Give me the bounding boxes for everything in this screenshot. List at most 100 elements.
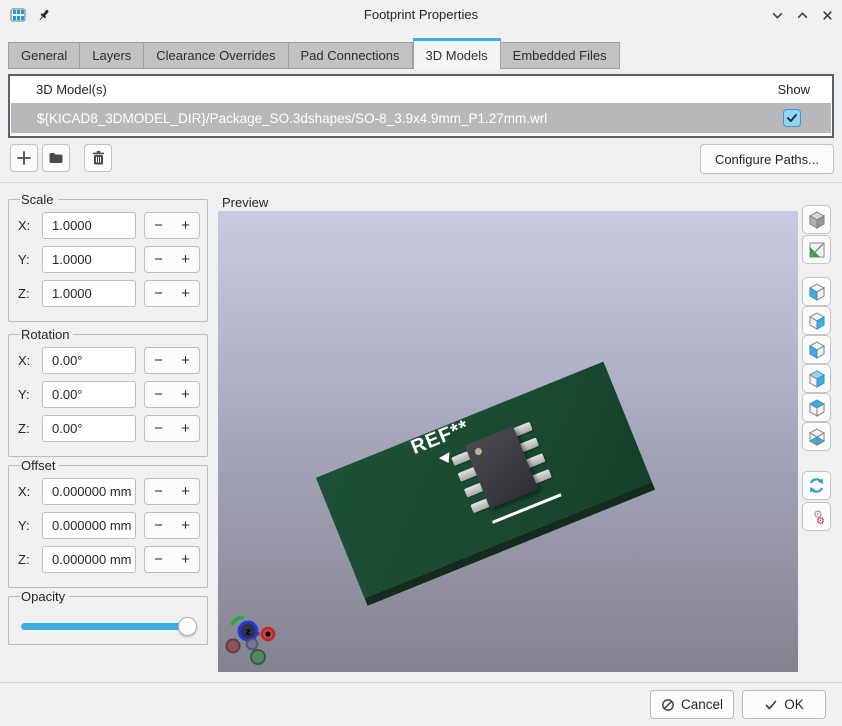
view-left-button[interactable]	[802, 277, 831, 306]
render-settings-button[interactable]: ⚙ ⚙	[802, 502, 831, 531]
tab-general[interactable]: General	[8, 42, 80, 69]
opacity-group-label: Opacity	[20, 589, 69, 604]
configure-paths-label: Configure Paths...	[715, 152, 819, 167]
decrement-button[interactable]: −	[145, 382, 172, 407]
svg-text:⚙: ⚙	[816, 516, 825, 527]
ok-button[interactable]: OK	[742, 690, 826, 719]
render-settings-gears-icon: ⚙ ⚙	[807, 507, 827, 527]
decrement-button[interactable]: −	[145, 247, 172, 272]
increment-button[interactable]: +	[172, 348, 199, 373]
view-back-button[interactable]	[802, 364, 831, 393]
rotation-y-input[interactable]	[42, 381, 136, 408]
increment-button[interactable]: +	[172, 247, 199, 272]
offset-group: Offset X: −+ Y: −+ Z: −+	[8, 458, 208, 588]
offset-x-input[interactable]	[42, 478, 136, 505]
board-body-icon	[807, 240, 827, 260]
browse-model-button[interactable]	[42, 144, 70, 172]
pcb-board: REF**	[316, 362, 652, 599]
plus-icon	[16, 150, 32, 166]
view-bottom-button[interactable]	[802, 422, 831, 451]
rotation-y-stepper: −+	[144, 381, 200, 408]
orthographic-projection-button[interactable]	[802, 205, 831, 234]
increment-button[interactable]: +	[172, 547, 199, 572]
view-top-button[interactable]	[802, 393, 831, 422]
decrement-button[interactable]: −	[145, 479, 172, 504]
offset-group-label: Offset	[20, 458, 59, 473]
scale-z-input[interactable]	[42, 280, 136, 307]
models-table: 3D Model(s) Show ${KICAD8_3DMODEL_DIR}/P…	[8, 74, 834, 138]
view-back-cube-icon	[807, 369, 827, 389]
configure-paths-button[interactable]: Configure Paths...	[700, 144, 834, 174]
rotation-z-input[interactable]	[42, 415, 136, 442]
tab-embedded-files[interactable]: Embedded Files	[501, 42, 620, 69]
offset-z-label: Z:	[18, 552, 42, 567]
tab-clearance-overrides[interactable]: Clearance Overrides	[144, 42, 288, 69]
maximize-icon[interactable]	[793, 6, 811, 24]
increment-button[interactable]: +	[172, 382, 199, 407]
titlebar: Footprint Properties	[0, 0, 842, 30]
view-right-cube-icon	[807, 340, 827, 360]
model-row[interactable]: ${KICAD8_3DMODEL_DIR}/Package_SO.3dshape…	[11, 103, 831, 133]
folder-icon	[48, 150, 64, 166]
ok-check-icon	[764, 698, 778, 712]
tab-label: 3D Models	[426, 48, 488, 63]
refresh-view-button[interactable]	[802, 471, 831, 500]
offset-y-input[interactable]	[42, 512, 136, 539]
rotation-group: Rotation X: −+ Y: −+ Z: −+	[8, 327, 208, 457]
model-path: ${KICAD8_3DMODEL_DIR}/Package_SO.3dshape…	[11, 111, 547, 126]
decrement-button[interactable]: −	[145, 213, 172, 238]
decrement-button[interactable]: −	[145, 281, 172, 306]
view-front-button[interactable]	[802, 306, 831, 335]
offset-y-stepper: −+	[144, 512, 200, 539]
offset-z-input[interactable]	[42, 546, 136, 573]
scale-x-stepper: −+	[144, 212, 200, 239]
increment-button[interactable]: +	[172, 479, 199, 504]
offset-y-label: Y:	[18, 518, 42, 533]
cancel-icon	[661, 698, 675, 712]
scale-x-input[interactable]	[42, 212, 136, 239]
view-bottom-cube-icon	[807, 427, 827, 447]
add-model-button[interactable]	[10, 144, 38, 172]
decrement-button[interactable]: −	[145, 416, 172, 441]
column-header-models: 3D Model(s)	[10, 82, 107, 97]
view-right-button[interactable]	[802, 335, 831, 364]
board-body-toggle-button[interactable]	[802, 235, 831, 264]
increment-button[interactable]: +	[172, 513, 199, 538]
scale-group-label: Scale	[20, 192, 58, 207]
trash-icon	[91, 150, 106, 166]
preview-3d-viewport[interactable]: REF** z	[218, 211, 798, 672]
tab-label: General	[21, 48, 67, 63]
orthographic-cube-icon	[807, 210, 827, 230]
tab-label: Clearance Overrides	[156, 48, 275, 63]
decrement-button[interactable]: −	[145, 513, 172, 538]
tab-pad-connections[interactable]: Pad Connections	[289, 42, 413, 69]
rotation-group-label: Rotation	[20, 327, 73, 342]
rotation-x-input[interactable]	[42, 347, 136, 374]
close-icon[interactable]	[818, 6, 836, 24]
refresh-icon	[807, 476, 826, 495]
minimize-icon[interactable]	[768, 6, 786, 24]
scale-y-input[interactable]	[42, 246, 136, 273]
opacity-group: Opacity	[8, 589, 208, 645]
opacity-slider[interactable]	[21, 623, 189, 630]
rotation-z-stepper: −+	[144, 415, 200, 442]
delete-model-button[interactable]	[84, 144, 112, 172]
cancel-button[interactable]: Cancel	[650, 690, 734, 719]
rotation-x-stepper: −+	[144, 347, 200, 374]
increment-button[interactable]: +	[172, 416, 199, 441]
tab-3d-models[interactable]: 3D Models	[413, 38, 501, 69]
tab-label: Embedded Files	[513, 48, 607, 63]
increment-button[interactable]: +	[172, 213, 199, 238]
increment-button[interactable]: +	[172, 281, 199, 306]
show-checkbox[interactable]	[783, 109, 801, 127]
rotation-x-label: X:	[18, 353, 42, 368]
opacity-slider-handle[interactable]	[178, 617, 197, 636]
scale-group: Scale X: −+ Y: −+ Z: −+	[8, 192, 208, 322]
decrement-button[interactable]: −	[145, 547, 172, 572]
column-header-show: Show	[777, 82, 810, 97]
tab-label: Pad Connections	[301, 48, 400, 63]
scale-x-label: X:	[18, 218, 42, 233]
tab-layers[interactable]: Layers	[80, 42, 144, 69]
decrement-button[interactable]: −	[145, 348, 172, 373]
view-left-cube-icon	[807, 282, 827, 302]
